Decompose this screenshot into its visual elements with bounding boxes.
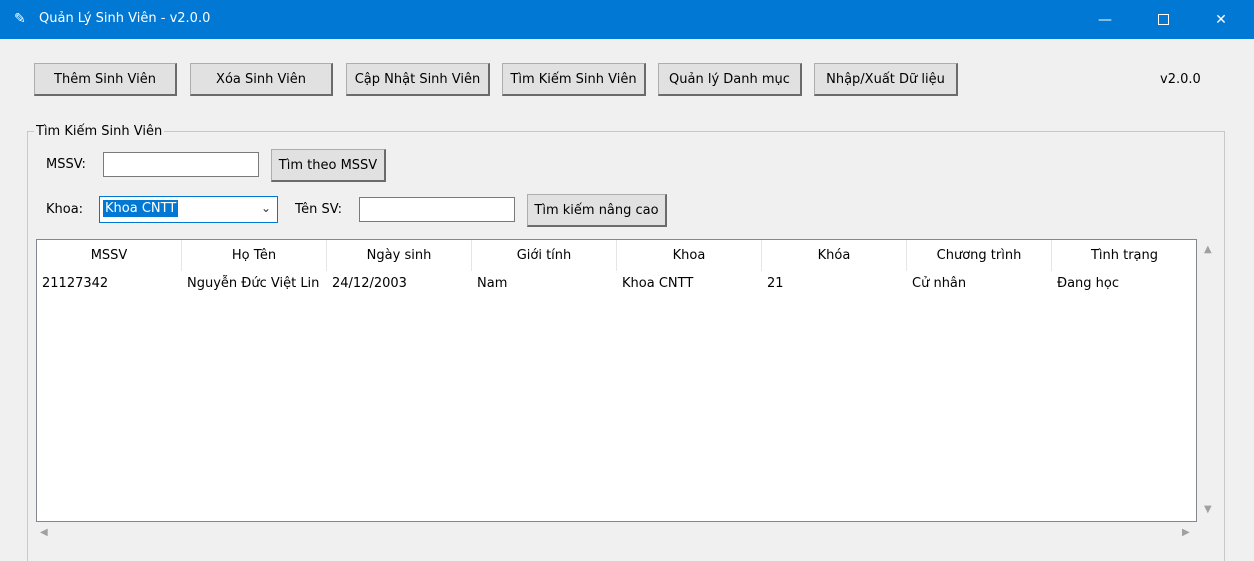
column-header-status[interactable]: Tình trạng [1052,240,1196,271]
table-row[interactable]: 21127342 Nguyễn Đức Việt Lin 24/12/2003 … [37,272,1196,294]
horizontal-scrollbar[interactable]: ◀ ▶ [36,523,1197,543]
cell-name: Nguyễn Đức Việt Lin [187,275,320,291]
chevron-down-icon: ⌄ [260,201,271,215]
cell-faculty: Khoa CNTT [622,275,694,291]
maximize-icon [1157,14,1169,25]
cell-gender: Nam [477,275,508,291]
cell-birthdate: 24/12/2003 [332,275,407,291]
search-group-title: Tìm Kiếm Sinh Viên [34,124,165,139]
column-header-gender[interactable]: Giới tính [472,240,617,271]
close-icon: ✕ [1215,11,1227,28]
mssv-label: MSSV: [46,157,86,172]
advanced-search-button[interactable]: Tìm kiếm nâng cao [527,194,667,227]
scroll-right-icon[interactable]: ▶ [1182,527,1190,538]
column-header-name[interactable]: Họ Tên [182,240,327,271]
catalog-management-button[interactable]: Quản lý Danh mục [658,63,802,96]
column-header-cohort[interactable]: Khóa [762,240,907,271]
minimize-icon: — [1098,11,1112,28]
close-button[interactable]: ✕ [1192,0,1250,39]
khoa-selected-value: Khoa CNTT [103,200,179,217]
student-name-input[interactable] [359,197,515,222]
maximize-button[interactable] [1134,0,1192,39]
student-table: MSSV Họ Tên Ngày sinh Giới tính Khoa Khó… [36,239,1197,522]
search-student-button[interactable]: Tìm Kiếm Sinh Viên [502,63,646,96]
update-student-button[interactable]: Cập Nhật Sinh Viên [346,63,490,96]
khoa-label: Khoa: [46,202,84,217]
version-label: v2.0.0 [1160,72,1201,87]
scroll-left-icon[interactable]: ◀ [40,527,48,538]
student-name-label: Tên SV: [295,202,342,217]
delete-student-button[interactable]: Xóa Sinh Viên [190,63,333,96]
column-header-birthdate[interactable]: Ngày sinh [327,240,472,271]
cell-mssv: 21127342 [42,275,109,291]
add-student-button[interactable]: Thêm Sinh Viên [34,63,177,96]
vertical-scrollbar[interactable]: ▲ ▼ [1199,239,1219,522]
mssv-input[interactable] [103,152,259,177]
cell-status: Đang học [1057,275,1120,291]
search-by-mssv-button[interactable]: Tìm theo MSSV [271,149,386,182]
scroll-up-icon[interactable]: ▲ [1204,244,1212,255]
column-header-program[interactable]: Chương trình [907,240,1052,271]
scroll-down-icon[interactable]: ▼ [1204,504,1212,515]
import-export-button[interactable]: Nhập/Xuất Dữ liệu [814,63,958,96]
window-title: Quản Lý Sinh Viên - v2.0.0 [39,11,211,26]
minimize-button[interactable]: — [1076,0,1134,39]
title-bar: ✎ Quản Lý Sinh Viên - v2.0.0 — ✕ [0,0,1254,39]
feather-icon: ✎ [14,11,26,27]
column-header-faculty[interactable]: Khoa [617,240,762,271]
cell-program: Cử nhân [912,275,967,291]
khoa-combobox[interactable]: Khoa CNTT ⌄ [99,196,278,223]
table-header: MSSV Họ Tên Ngày sinh Giới tính Khoa Khó… [37,240,1196,271]
cell-cohort: 21 [767,275,784,291]
column-header-mssv[interactable]: MSSV [37,240,182,271]
